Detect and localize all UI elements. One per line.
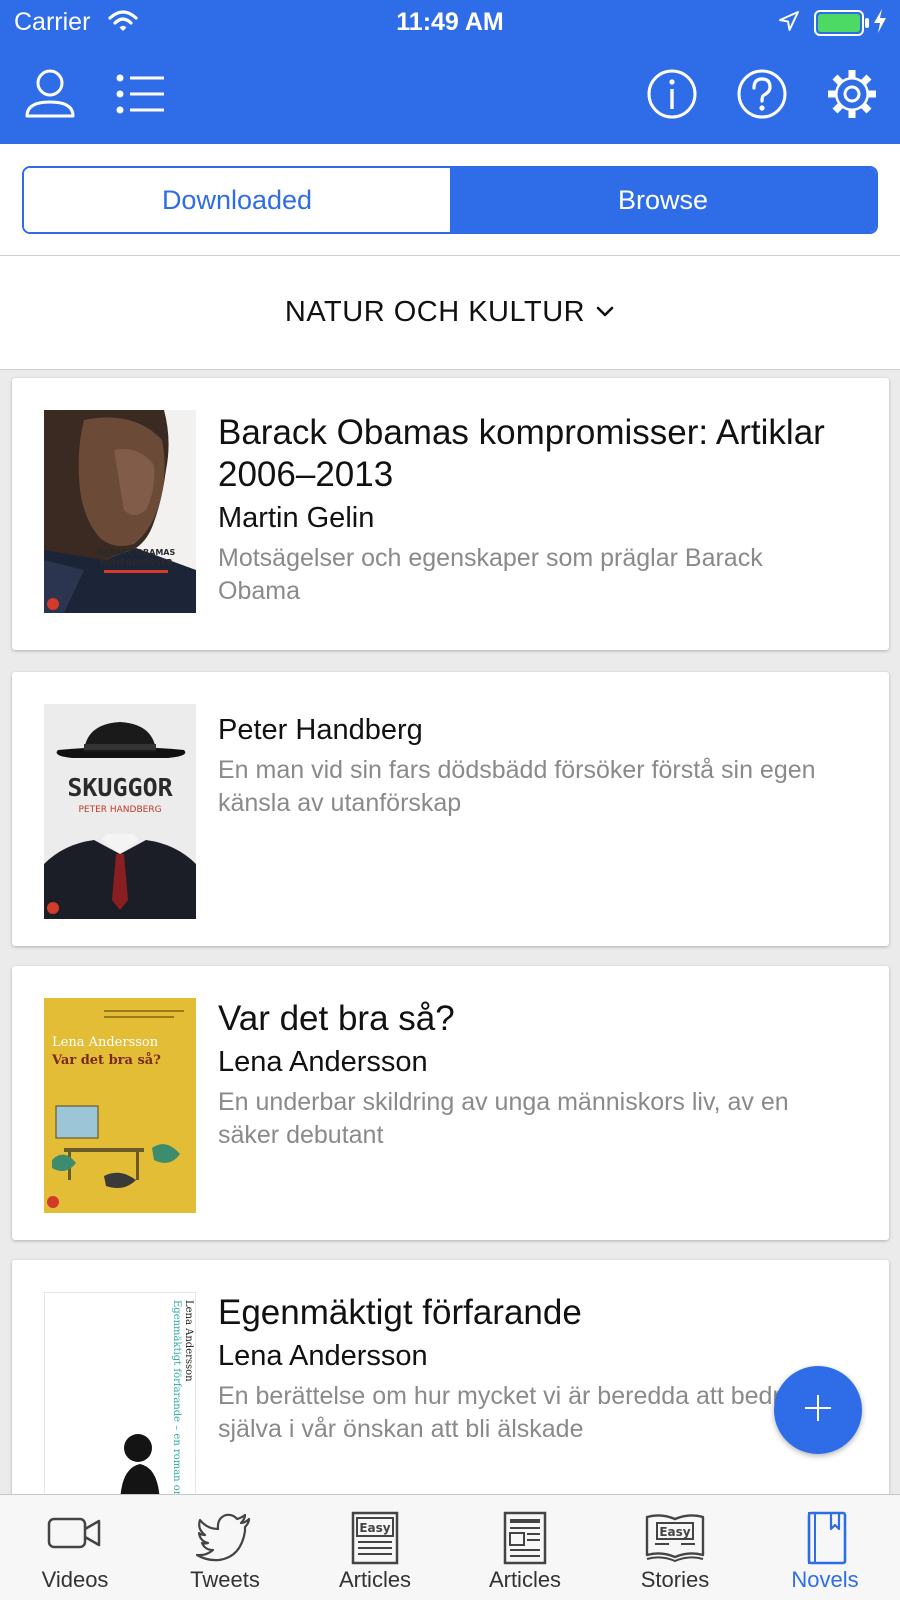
battery-icon (814, 10, 870, 41)
help-icon[interactable] (734, 66, 790, 122)
book-cover-skuggor: SKUGGOR PETER HANDBERG (44, 704, 196, 919)
easy-stories-book-icon: Easy (643, 1509, 707, 1570)
tab-label: Articles (338, 1567, 412, 1592)
tab-label: Videos (41, 1567, 109, 1592)
navigation-bar (0, 44, 900, 144)
book-info: Var det bra så? Lena Andersson En underb… (218, 998, 849, 1152)
charging-icon (872, 8, 888, 39)
publisher-label: NATUR OCH KULTUR (284, 296, 586, 328)
cover-author: Lena Andersson (183, 1300, 194, 1382)
novel-book-icon (795, 1509, 855, 1570)
book-card[interactable]: BARACK OBAMAS KOMPROMISSER Barack Obamas… (12, 378, 889, 650)
book-description: En berättelse om hur mycket vi är beredd… (218, 1382, 841, 1443)
tab-videos[interactable]: Videos (0, 1495, 150, 1600)
segmented-control: Downloaded Browse (22, 166, 878, 234)
book-title: Barack Obamas kompromisser: Artiklar 200… (218, 413, 825, 494)
book-card[interactable]: SKUGGOR PETER HANDBERG Peter Handberg En… (12, 672, 889, 946)
browse-segment[interactable]: Browse (450, 168, 876, 232)
status-bar: Carrier 11:49 AM (0, 0, 900, 44)
easy-badge: Easy (359, 1521, 390, 1535)
cover-author: PETER HANDBERG (78, 805, 161, 815)
book-cover-obama: BARACK OBAMAS KOMPROMISSER (44, 410, 196, 613)
tab-label: Articles (488, 1567, 562, 1592)
book-author: Martin Gelin (218, 502, 375, 534)
cover-title: SKUGGOR (67, 773, 173, 802)
book-description: Motsägelser och egenskaper som präglar B… (218, 544, 763, 605)
book-info: Barack Obamas kompromisser: Artiklar 200… (218, 412, 849, 608)
book-list: BARACK OBAMAS KOMPROMISSER Barack Obamas… (0, 370, 900, 1494)
tab-tweets[interactable]: Tweets (150, 1495, 300, 1600)
cover-title-line2: KOMPROMISSER (99, 558, 172, 567)
tab-label: Novels (791, 1567, 859, 1592)
person-icon[interactable] (22, 66, 78, 122)
book-description: En man vid sin fars dödsbädd försöker fö… (218, 756, 816, 817)
gear-icon[interactable] (824, 66, 880, 122)
clock: 11:49 AM (396, 8, 504, 36)
tab-bar: Videos Tweets Easy Articles Articles Eas… (0, 1494, 900, 1600)
tab-articles[interactable]: Articles (450, 1495, 600, 1600)
add-button[interactable] (774, 1366, 862, 1454)
book-cover-egenmaktigt: Egenmäktigt förfarande – en roman om kär… (44, 1292, 196, 1494)
tab-easy-stories[interactable]: Easy Stories (600, 1495, 750, 1600)
book-card[interactable]: Lena Andersson Var det bra så? Var det b… (12, 966, 889, 1240)
tab-label: Tweets (190, 1567, 260, 1592)
easy-badge: Easy (659, 1525, 690, 1539)
video-camera-icon (45, 1509, 105, 1562)
list-icon[interactable] (112, 66, 168, 122)
book-info: Egenmäktigt förfarande Lena Andersson En… (218, 1292, 849, 1446)
book-author: Lena Andersson (218, 1046, 428, 1078)
twitter-bird-icon (195, 1509, 255, 1570)
tab-novels[interactable]: Novels (750, 1495, 900, 1600)
tab-label: Stories (640, 1567, 710, 1592)
plus-icon (803, 1393, 833, 1428)
book-title: Var det bra så? (218, 999, 455, 1038)
cover-title-line1: BARACK OBAMAS (97, 548, 176, 557)
chevron-down-icon (595, 305, 615, 324)
book-card[interactable]: Egenmäktigt förfarande – en roman om kär… (12, 1260, 889, 1494)
publisher-dropdown[interactable]: NATUR OCH KULTUR (0, 256, 900, 370)
book-info: Peter Handberg En man vid sin fars dödsb… (218, 708, 849, 820)
book-cover-var-det-bra-sa: Lena Andersson Var det bra så? (44, 998, 196, 1213)
book-description: En underbar skildring av unga människors… (218, 1088, 789, 1149)
cover-author: Lena Andersson (52, 1035, 159, 1050)
book-author: Peter Handberg (218, 714, 423, 746)
info-icon[interactable] (644, 66, 700, 122)
location-arrow-icon (778, 10, 800, 37)
tab-easy-articles[interactable]: Easy Articles (300, 1495, 450, 1600)
downloaded-segment[interactable]: Downloaded (24, 168, 450, 232)
newspaper-icon (495, 1509, 555, 1570)
book-author: Lena Andersson (218, 1340, 428, 1372)
book-title: Egenmäktigt förfarande (218, 1293, 582, 1332)
cover-title: Var det bra så? (51, 1052, 161, 1068)
cover-title: Egenmäktigt förfarande – en roman om kär… (171, 1300, 182, 1494)
segment-container: Downloaded Browse (0, 144, 900, 256)
easy-articles-icon: Easy (345, 1509, 405, 1570)
